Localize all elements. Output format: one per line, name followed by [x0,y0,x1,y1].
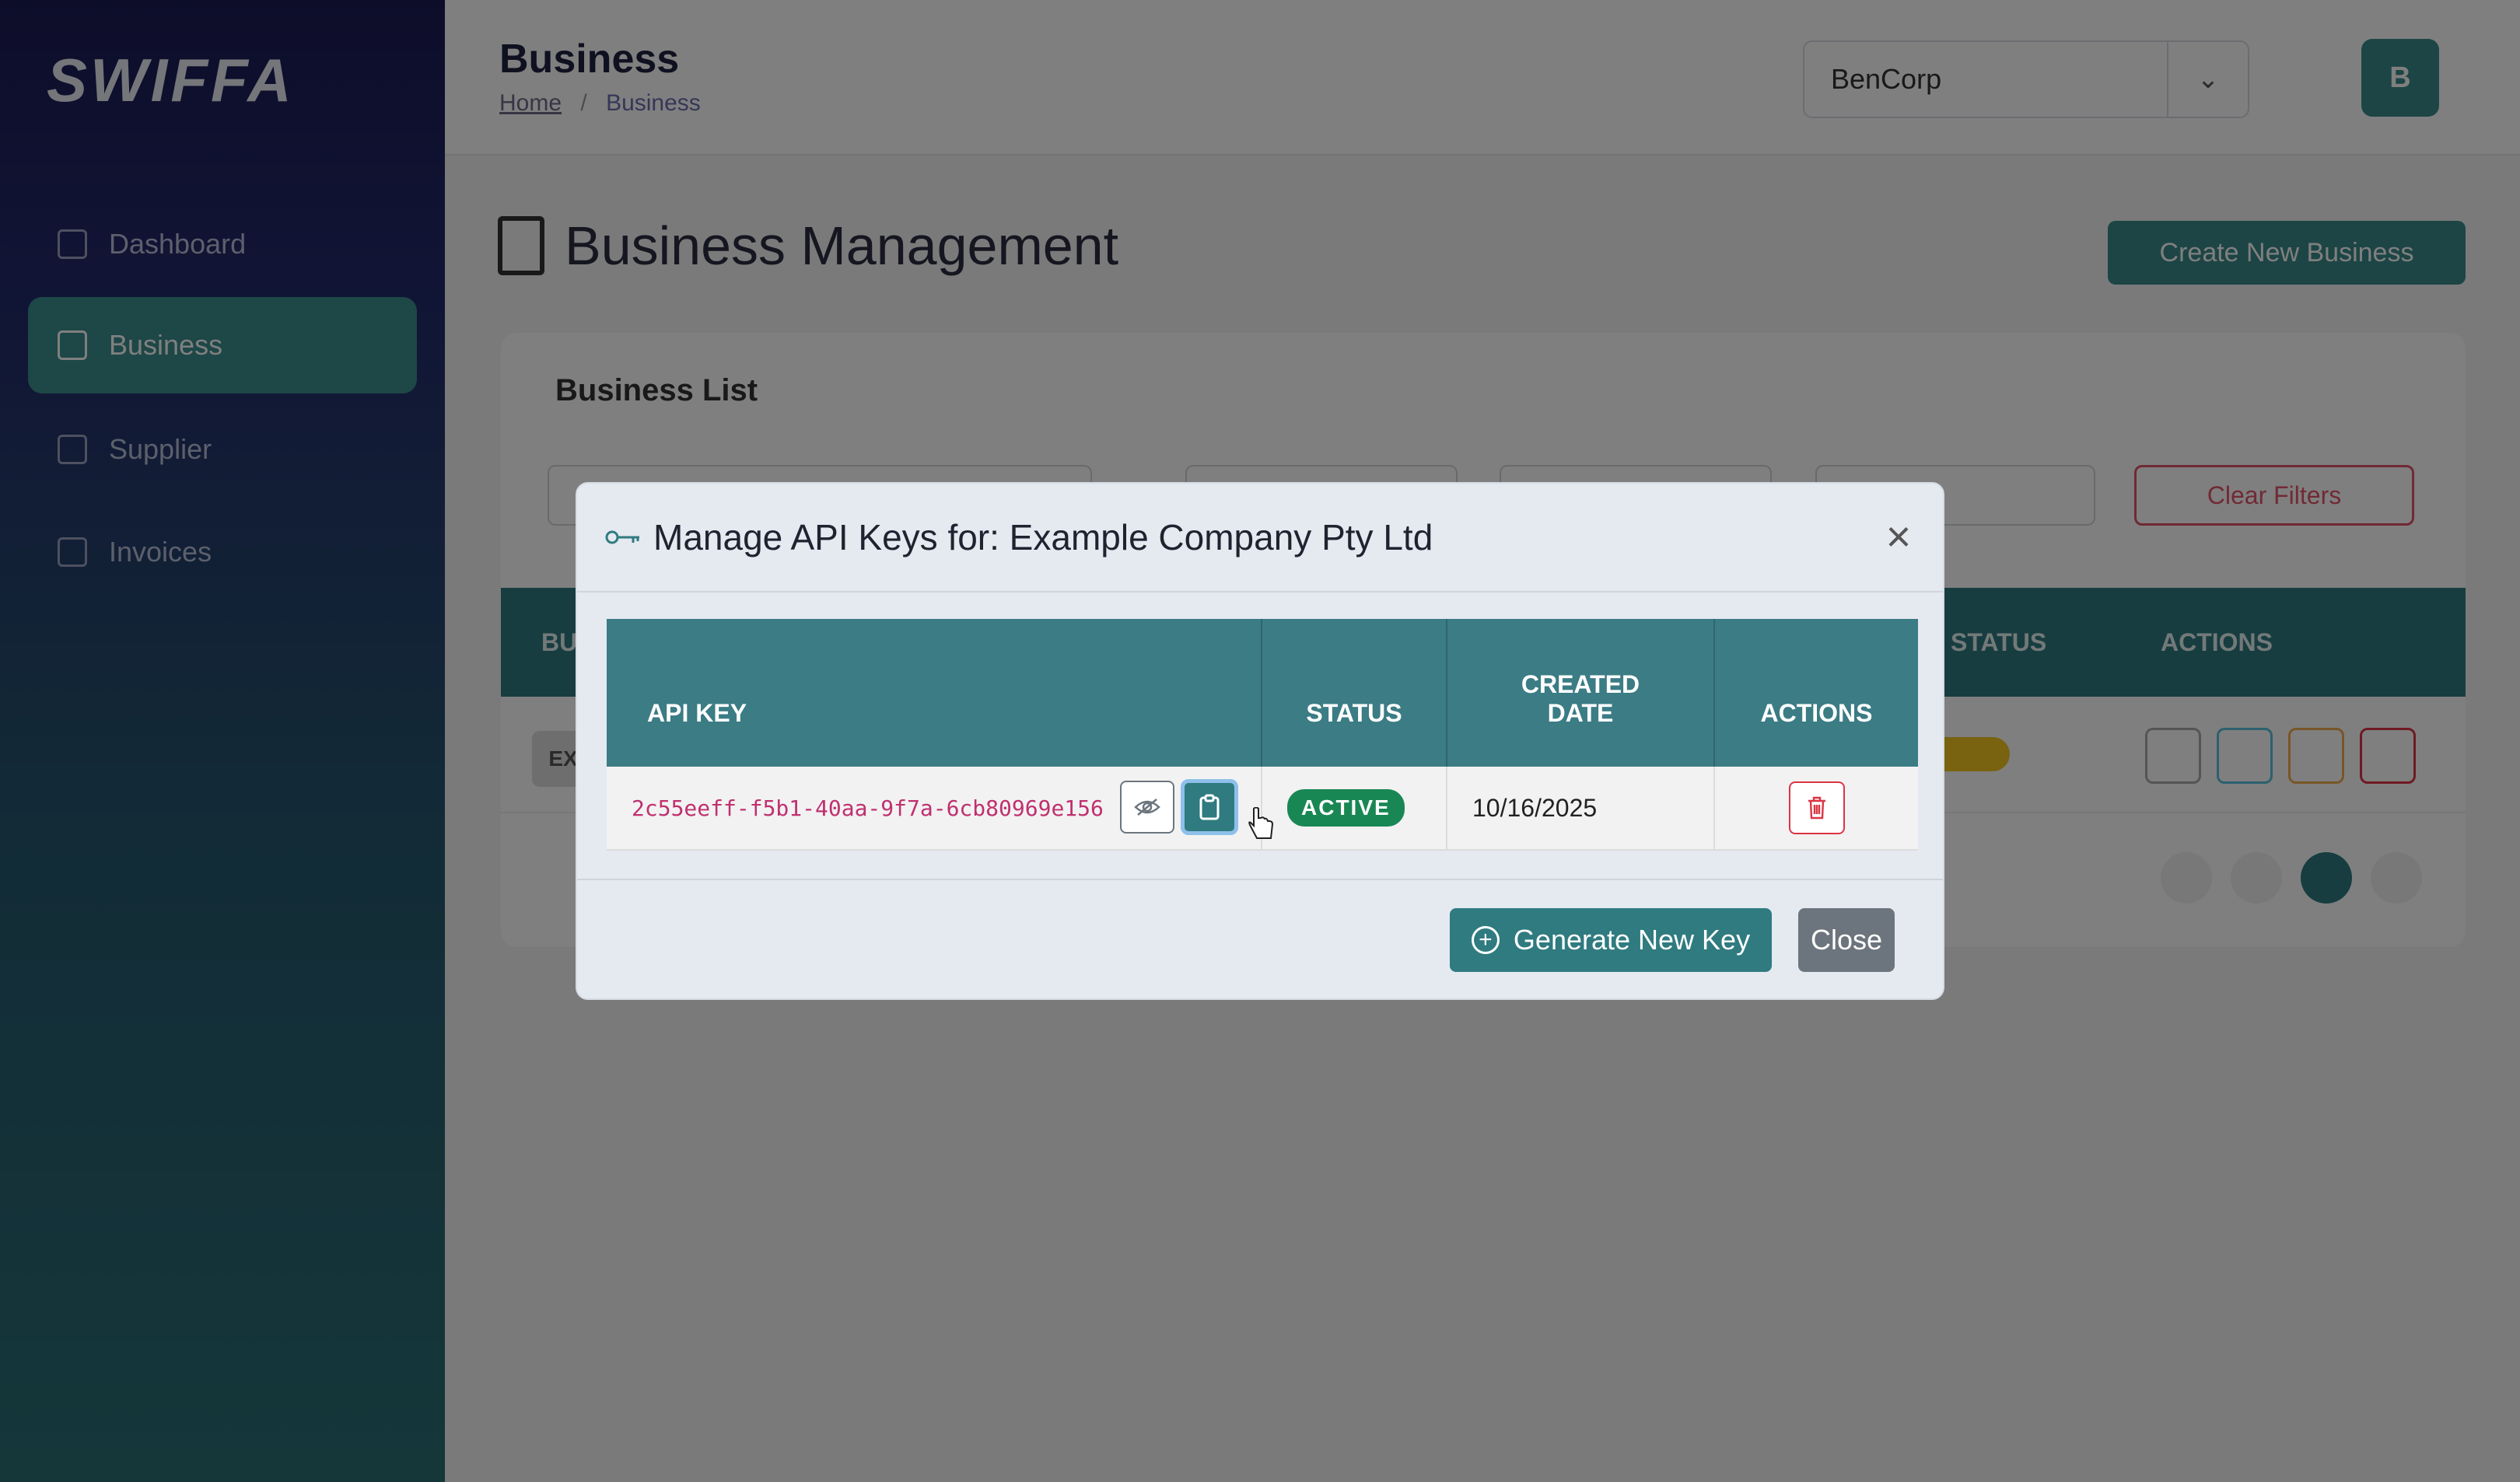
trash-icon [1808,796,1825,820]
copy-key-button[interactable] [1181,779,1238,835]
button-label: Generate New Key [1513,924,1751,956]
status-cell: ACTIVE [1262,767,1447,851]
modal-footer: + Generate New Key Close [577,879,1943,998]
api-keys-table: API KEY STATUS CREATED DATE ACTIONS 2c55… [607,619,1918,851]
api-key-cell: 2c55eeff-f5b1-40aa-9f7a-6cb80969e156 [607,767,1274,851]
close-icon[interactable]: × [1879,515,1918,558]
key-icon [605,530,639,544]
status-badge: ACTIVE [1287,789,1405,827]
generate-new-key-button[interactable]: + Generate New Key [1450,908,1772,972]
created-date-cell: 10/16/2025 [1447,767,1715,851]
modal-header: Manage API Keys for: Example Company Pty… [577,484,1943,592]
delete-key-button[interactable] [1788,781,1845,834]
eye-slash-icon [1134,799,1160,816]
actions-cell [1714,767,1918,851]
api-key-value: 2c55eeff-f5b1-40aa-9f7a-6cb80969e156 [632,795,1104,821]
plus-circle-icon: + [1471,926,1500,954]
clipboard-icon [1199,794,1220,820]
hand-pointer-icon [1248,807,1274,839]
column-header-created-date: CREATED DATE [1447,619,1715,767]
toggle-visibility-button[interactable] [1120,781,1174,834]
manage-api-keys-modal: Manage API Keys for: Example Company Pty… [576,482,1944,1000]
close-button[interactable]: Close [1798,908,1895,972]
modal-title: Manage API Keys for: Example Company Pty… [653,517,1433,557]
column-header-api-key: API KEY [607,619,1262,767]
column-header-status: STATUS [1262,619,1447,767]
table-row: 2c55eeff-f5b1-40aa-9f7a-6cb80969e156 ACT… [607,767,1918,851]
column-header-actions: ACTIONS [1714,619,1918,767]
